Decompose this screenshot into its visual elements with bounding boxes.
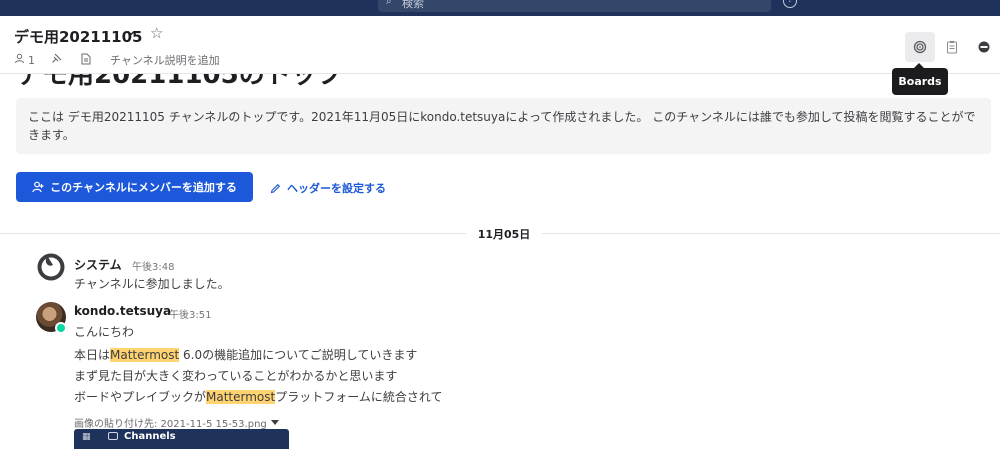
post-message: チャンネルに参加しました。: [74, 277, 230, 291]
attachment-filename: 画像の貼り付け先: 2021-11-5 15-53.png: [74, 419, 267, 430]
post-time[interactable]: 午後3:51: [169, 306, 211, 321]
post-text: ボードやプレイブックが: [74, 390, 207, 404]
pencil-icon: [270, 183, 281, 193]
highlighted-keyword: Mattermost: [110, 348, 180, 362]
member-icon[interactable]: [14, 53, 25, 67]
post-time[interactable]: 午後3:48: [132, 258, 174, 273]
search-box[interactable]: ⌕ 検索: [378, 0, 771, 12]
highlighted-keyword: Mattermost: [206, 390, 276, 404]
add-members-label: このチャンネルにメンバーを追加する: [50, 181, 237, 194]
favorite-star-icon[interactable]: ☆: [150, 24, 163, 42]
member-count[interactable]: 1: [28, 54, 35, 67]
channel-app-button[interactable]: [969, 32, 999, 62]
global-header: ⌕ 検索 ?: [0, 0, 1000, 16]
add-channel-description[interactable]: チャンネル説明を追加: [110, 52, 220, 68]
online-status-icon: [55, 322, 67, 334]
chevron-down-icon[interactable]: [126, 28, 136, 38]
channel-intro-text: ここは デモ用20211105 チャンネルのトップです。2021年11月05日に…: [16, 98, 991, 154]
preview-title: Channels: [124, 431, 176, 442]
search-icon: ⌕: [386, 0, 392, 7]
add-members-button[interactable]: このチャンネルにメンバーを追加する: [16, 172, 253, 202]
set-header-link[interactable]: ヘッダーを設定する: [270, 180, 386, 196]
post-message-line: こんにちわ: [74, 325, 135, 339]
pin-icon[interactable]: [51, 53, 62, 67]
attachment-label[interactable]: 画像の貼り付け先: 2021-11-5 15-53.png: [74, 415, 279, 430]
set-header-label: ヘッダーを設定する: [287, 182, 386, 195]
post-author[interactable]: kondo.tetsuya: [74, 304, 171, 318]
help-icon[interactable]: ?: [783, 0, 797, 8]
post-message-line: 本日はMattermost 6.0の機能追加についてご説明していきます: [74, 346, 417, 363]
post-text: 本日は: [74, 348, 111, 362]
post-message-line: ボードやプレイブックがMattermostプラットフォームに統合されて: [74, 388, 443, 405]
post-message-line: まず見た目が大きく変わっていることがわかるかと思います: [74, 369, 398, 383]
post-author[interactable]: システム: [74, 256, 122, 273]
boards-icon: [913, 40, 927, 54]
channels-icon: [108, 432, 118, 440]
channel-name[interactable]: デモ用20211105: [14, 26, 143, 47]
channel-header: デモ用20211105 ☆ 1 チャンネル説明を追加: [0, 16, 1000, 74]
post-text: 6.0の機能追加についてご説明していきます: [179, 348, 418, 362]
date-separator: 11月05日: [466, 226, 542, 242]
app-icon: [978, 41, 990, 53]
search-placeholder: 検索: [402, 0, 424, 10]
playbooks-button[interactable]: [937, 32, 967, 62]
files-icon[interactable]: [81, 53, 91, 68]
post-text: プラットフォームに統合されて: [275, 390, 443, 404]
add-user-icon: [32, 181, 44, 193]
channel-meta: 1 チャンネル説明を追加: [14, 52, 220, 68]
clipboard-icon: [947, 41, 957, 54]
attachment-preview[interactable]: ▦ Channels: [74, 429, 289, 449]
boards-button[interactable]: [905, 32, 935, 62]
caret-down-icon[interactable]: [270, 419, 279, 426]
boards-tooltip: Boards: [892, 63, 948, 95]
mattermost-logo-icon: [37, 253, 65, 281]
